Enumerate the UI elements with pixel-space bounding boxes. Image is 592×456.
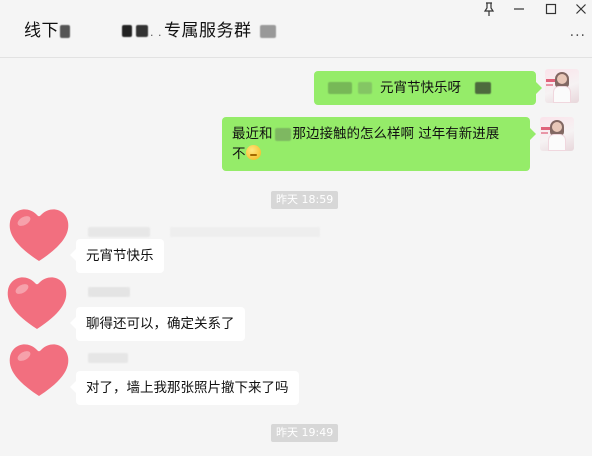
message-list[interactable]: 元宵节快乐呀 最近和 那边接触的怎么样啊 过年有新进展 不 昨天 18:59 元宵… — [0, 59, 592, 456]
heart-avatar[interactable] — [6, 339, 72, 399]
sender-name-redacted — [170, 227, 320, 237]
message-text: 元宵节快乐呀 — [380, 80, 461, 96]
redaction-mark — [136, 25, 148, 37]
chat-title-prefix: 线下 — [24, 21, 59, 41]
message-bubble-incoming[interactable]: 元宵节快乐 — [70, 239, 164, 273]
thinking-emoji-icon — [245, 145, 261, 160]
message-text: 最近和 — [232, 126, 273, 142]
sender-name-redacted — [88, 353, 128, 363]
heart-avatar[interactable] — [4, 272, 70, 332]
photo-avatar[interactable] — [545, 69, 579, 103]
photo-avatar[interactable] — [540, 117, 574, 151]
redaction-mark — [122, 25, 132, 37]
redaction-mark — [274, 127, 291, 141]
message-text: 不 — [232, 146, 246, 162]
redaction-mark — [60, 24, 70, 38]
message-bubble-incoming[interactable]: 聊得还可以，确定关系了 — [70, 307, 245, 341]
redaction-mark — [475, 82, 491, 94]
timestamp: 昨天 19:49 — [271, 424, 339, 442]
redaction-mark — [358, 82, 372, 94]
message-bubble-incoming[interactable]: 对了，墙上我那张照片撤下来了吗 — [70, 371, 299, 405]
minimize-icon[interactable] — [508, 2, 530, 18]
chat-title-suffix: 专属服务群 — [164, 21, 252, 41]
pin-icon[interactable] — [478, 2, 500, 18]
sender-name-redacted — [88, 227, 150, 237]
close-icon[interactable] — [570, 2, 592, 18]
redaction-mark — [328, 82, 352, 94]
message-text: 元宵节快乐 — [86, 248, 154, 264]
message-text: 对了，墙上我那张照片撤下来了吗 — [86, 380, 289, 396]
sender-name-redacted — [88, 287, 130, 297]
title-bar: 线下. . 专属服务群 ··· — [0, 0, 592, 58]
maximize-icon[interactable] — [540, 2, 562, 18]
chat-title: 线下. . 专属服务群 — [24, 16, 276, 41]
timestamp: 昨天 18:59 — [271, 191, 339, 209]
message-text: 聊得还可以，确定关系了 — [86, 316, 235, 332]
message-bubble-outgoing[interactable]: 元宵节快乐呀 — [314, 71, 542, 105]
heart-avatar[interactable] — [6, 204, 72, 264]
more-icon[interactable]: ··· — [570, 28, 586, 44]
redaction-mark — [259, 24, 276, 38]
message-bubble-outgoing[interactable]: 最近和 那边接触的怎么样啊 过年有新进展 不 — [222, 117, 536, 171]
message-text: 那边接触的怎么样啊 过年有新进展 — [292, 126, 500, 142]
